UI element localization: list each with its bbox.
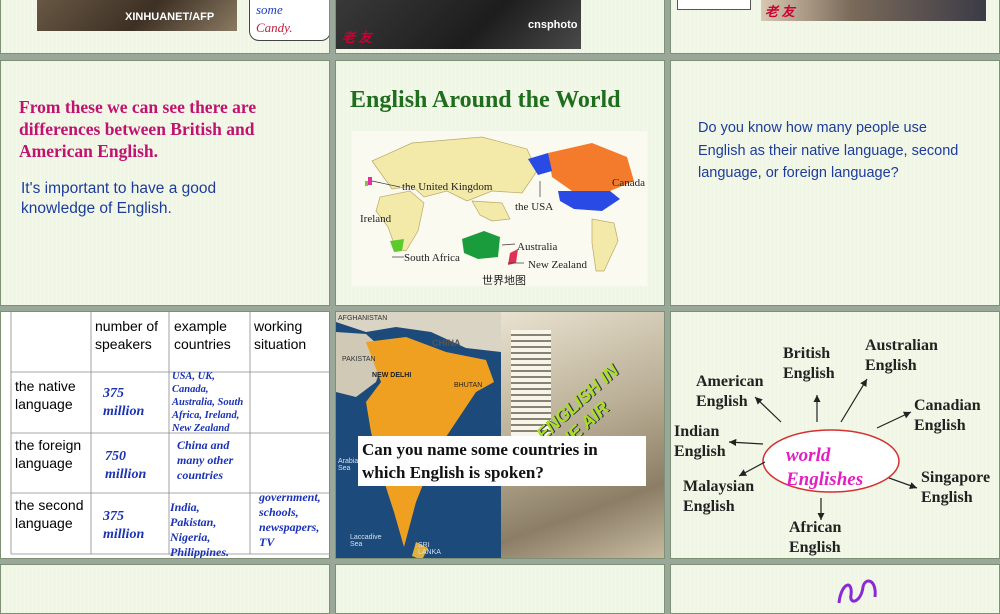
slide-title: English Around the World: [350, 87, 621, 113]
slide-thumbnail-english-around-world[interactable]: English Around the World the United King…: [335, 60, 665, 306]
slide-question: Can you name some countries in which Eng…: [358, 436, 646, 486]
row-count-foreign: 750 million: [105, 449, 147, 482]
map-label-new-zealand: New Zealand: [528, 259, 587, 271]
map-label-laccadive-sea: Laccadive Sea: [350, 534, 382, 548]
slide-thumbnail-2[interactable]: 老 友 cnsphoto: [335, 0, 665, 54]
map-label-new-delhi: NEW DELHI: [372, 372, 412, 379]
row-examples-second: India, Pakistan, Nigeria, Philippines.: [170, 500, 230, 559]
row-count-second: 375 million: [103, 509, 145, 542]
variety-indian: Indian English: [674, 423, 726, 460]
news-photo: XINHUANET/AFP: [37, 0, 237, 31]
map-label-china: CHINA: [432, 338, 461, 348]
stamp-logo: 老 友: [765, 4, 795, 19]
map-label-south-africa: South Africa: [404, 252, 460, 264]
slide-thumbnail-partial-3[interactable]: [670, 564, 1000, 614]
slide-thumbnail-3[interactable]: 老 友: [670, 0, 1000, 54]
news-photo: 老 友 cnsphoto: [336, 0, 581, 49]
header-working-situation: working situation: [254, 318, 307, 352]
row-label-foreign: the foreign language: [15, 437, 82, 471]
map-label-pakistan: PAKISTAN: [342, 356, 376, 363]
callout-word-some: some: [256, 2, 283, 17]
variety-african: African English: [789, 519, 842, 556]
decorative-swirl-icon: [837, 579, 877, 604]
variety-canadian: Canadian English: [914, 397, 981, 434]
map-label-sri-lanka: SRI LANKA: [418, 542, 441, 556]
slide-subtitle: It's important to have a good knowledge …: [21, 180, 217, 217]
world-englishes-center: world Englishes: [786, 445, 864, 490]
header-example-countries: example countries: [174, 318, 231, 352]
row-situation-second: government, schools, newspapers, TV: [259, 490, 321, 549]
slide-thumbnail-world-englishes[interactable]: world Englishes British English Australi…: [670, 311, 1000, 559]
row-label-native: the native language: [15, 378, 76, 412]
image-frame: [677, 0, 751, 10]
slide-question: Do you know how many people use English …: [698, 120, 959, 181]
slide-thumbnail-india-map[interactable]: AFGHANISTAN PAKISTAN CHINA NEW DELHI BHU…: [335, 311, 665, 559]
variety-malaysian: Malaysian English: [683, 478, 755, 515]
stamp-logo: 老 友: [342, 30, 372, 45]
slide-thumbnail-partial-2[interactable]: [335, 564, 665, 614]
map-label-ireland: Ireland: [360, 213, 392, 225]
callout-word-candy: Candy.: [256, 20, 293, 35]
map-label-usa: the USA: [515, 201, 554, 213]
world-map: the United Kingdom Ireland the USA Canad…: [352, 131, 647, 287]
slide-title: From these we can see there are differen…: [19, 97, 257, 161]
photo-watermark: cnsphoto: [528, 19, 578, 31]
map-label-canada: Canada: [612, 177, 645, 189]
row-count-native: 375 million: [103, 386, 145, 419]
callout-box: some Candy.: [249, 0, 329, 41]
slide-thumbnail-1[interactable]: XINHUANET/AFP some Candy.: [0, 0, 330, 54]
slide-thumbnail-table[interactable]: number of speakers example countries wor…: [0, 311, 330, 559]
map-label-bhutan: BHUTAN: [454, 382, 483, 389]
map-caption: 世界地图: [482, 275, 526, 287]
row-examples-foreign: China and many other countries: [177, 438, 234, 482]
slide-thumbnail-partial-1[interactable]: [0, 564, 330, 614]
map-label-australia: Australia: [517, 241, 558, 253]
variety-australian: Australian English: [865, 337, 938, 374]
variety-british: British English: [783, 345, 835, 382]
variety-american: American English: [696, 373, 764, 410]
row-label-second: the second language: [15, 497, 84, 531]
slide-thumbnail-differences[interactable]: From these we can see there are differen…: [0, 60, 330, 306]
map-label-uk: the United Kingdom: [402, 181, 493, 193]
slide-thumbnail-question[interactable]: Do you know how many people use English …: [670, 60, 1000, 306]
news-photo: 老 友: [761, 0, 986, 21]
map-label-afghanistan: AFGHANISTAN: [338, 315, 388, 322]
row-examples-native: USA, UK, Canada, Australia, South Africa…: [172, 371, 244, 434]
world-map-graphic: [352, 131, 647, 286]
variety-singapore: Singapore English: [921, 469, 991, 506]
photo-watermark: XINHUANET/AFP: [125, 11, 215, 23]
header-number-of-speakers: number of speakers: [95, 318, 159, 352]
